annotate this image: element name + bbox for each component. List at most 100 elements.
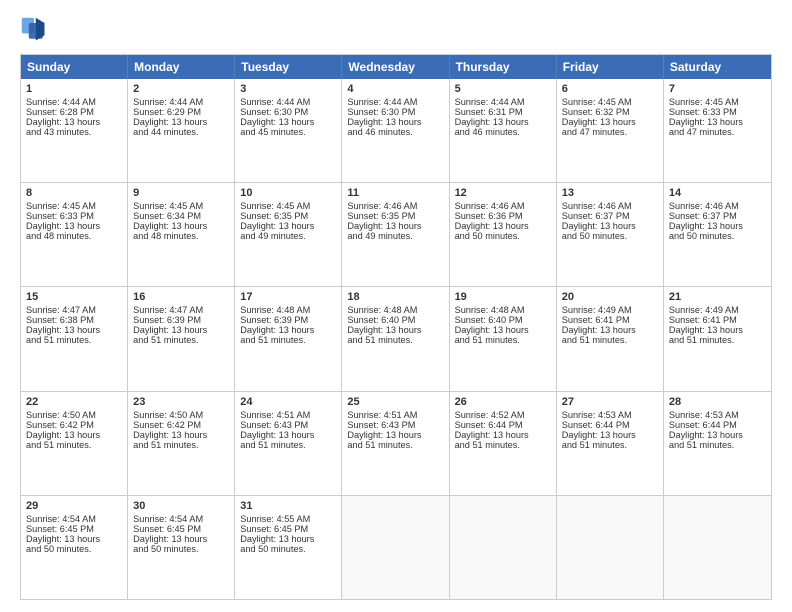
day-number: 26	[455, 396, 551, 408]
day-info-line: Sunrise: 4:50 AM	[26, 410, 122, 420]
calendar-cell: 23Sunrise: 4:50 AMSunset: 6:42 PMDayligh…	[128, 392, 235, 495]
day-info-line: and 50 minutes.	[240, 544, 336, 554]
day-info-line: Sunset: 6:41 PM	[562, 315, 658, 325]
day-info-line: Daylight: 13 hours	[133, 534, 229, 544]
day-number: 23	[133, 396, 229, 408]
day-info-line: Daylight: 13 hours	[347, 221, 443, 231]
day-info-line: and 51 minutes.	[455, 440, 551, 450]
calendar-body: 1Sunrise: 4:44 AMSunset: 6:28 PMDaylight…	[21, 79, 771, 599]
calendar-cell: 10Sunrise: 4:45 AMSunset: 6:35 PMDayligh…	[235, 183, 342, 286]
day-info-line: Sunset: 6:43 PM	[347, 420, 443, 430]
day-info-line: Daylight: 13 hours	[240, 325, 336, 335]
day-info-line: Sunset: 6:28 PM	[26, 107, 122, 117]
day-info-line: Sunset: 6:39 PM	[133, 315, 229, 325]
calendar-cell: 7Sunrise: 4:45 AMSunset: 6:33 PMDaylight…	[664, 79, 771, 182]
day-info-line: Daylight: 13 hours	[26, 534, 122, 544]
day-info-line: Sunset: 6:44 PM	[669, 420, 766, 430]
calendar-cell: 26Sunrise: 4:52 AMSunset: 6:44 PMDayligh…	[450, 392, 557, 495]
day-info-line: and 45 minutes.	[240, 127, 336, 137]
day-info-line: Sunrise: 4:46 AM	[347, 201, 443, 211]
calendar-cell: 28Sunrise: 4:53 AMSunset: 6:44 PMDayligh…	[664, 392, 771, 495]
day-info-line: and 43 minutes.	[26, 127, 122, 137]
day-info-line: and 51 minutes.	[26, 335, 122, 345]
day-info-line: Sunset: 6:33 PM	[26, 211, 122, 221]
day-info-line: Sunset: 6:33 PM	[669, 107, 766, 117]
calendar-week: 15Sunrise: 4:47 AMSunset: 6:38 PMDayligh…	[21, 286, 771, 390]
calendar-week: 22Sunrise: 4:50 AMSunset: 6:42 PMDayligh…	[21, 391, 771, 495]
calendar-cell: 11Sunrise: 4:46 AMSunset: 6:35 PMDayligh…	[342, 183, 449, 286]
day-info-line: Sunset: 6:37 PM	[562, 211, 658, 221]
calendar-cell	[664, 496, 771, 599]
calendar-cell: 14Sunrise: 4:46 AMSunset: 6:37 PMDayligh…	[664, 183, 771, 286]
logo	[20, 16, 52, 44]
day-info-line: and 50 minutes.	[26, 544, 122, 554]
day-number: 12	[455, 187, 551, 199]
day-info-line: Sunrise: 4:48 AM	[347, 305, 443, 315]
day-info-line: Sunrise: 4:47 AM	[133, 305, 229, 315]
day-number: 25	[347, 396, 443, 408]
day-info-line: Sunrise: 4:48 AM	[240, 305, 336, 315]
day-info-line: and 44 minutes.	[133, 127, 229, 137]
day-info-line: Sunset: 6:41 PM	[669, 315, 766, 325]
calendar-week: 1Sunrise: 4:44 AMSunset: 6:28 PMDaylight…	[21, 79, 771, 182]
day-info-line: Daylight: 13 hours	[240, 221, 336, 231]
day-number: 15	[26, 291, 122, 303]
day-info-line: Sunrise: 4:54 AM	[133, 514, 229, 524]
day-info-line: Sunrise: 4:44 AM	[133, 97, 229, 107]
day-info-line: Sunrise: 4:55 AM	[240, 514, 336, 524]
day-info-line: Sunset: 6:43 PM	[240, 420, 336, 430]
day-info-line: Sunset: 6:44 PM	[562, 420, 658, 430]
calendar-cell: 1Sunrise: 4:44 AMSunset: 6:28 PMDaylight…	[21, 79, 128, 182]
day-info-line: Sunrise: 4:51 AM	[240, 410, 336, 420]
calendar-cell: 17Sunrise: 4:48 AMSunset: 6:39 PMDayligh…	[235, 287, 342, 390]
calendar-cell: 30Sunrise: 4:54 AMSunset: 6:45 PMDayligh…	[128, 496, 235, 599]
day-info-line: Sunrise: 4:47 AM	[26, 305, 122, 315]
day-number: 6	[562, 83, 658, 95]
weekday-header: Thursday	[450, 55, 557, 79]
day-info-line: Sunset: 6:40 PM	[347, 315, 443, 325]
day-info-line: Sunrise: 4:53 AM	[562, 410, 658, 420]
day-info-line: Sunset: 6:32 PM	[562, 107, 658, 117]
day-info-line: Sunset: 6:44 PM	[455, 420, 551, 430]
day-info-line: Sunset: 6:40 PM	[455, 315, 551, 325]
calendar-week: 29Sunrise: 4:54 AMSunset: 6:45 PMDayligh…	[21, 495, 771, 599]
day-info-line: and 51 minutes.	[240, 440, 336, 450]
calendar-cell: 31Sunrise: 4:55 AMSunset: 6:45 PMDayligh…	[235, 496, 342, 599]
day-number: 9	[133, 187, 229, 199]
day-number: 5	[455, 83, 551, 95]
day-info-line: and 51 minutes.	[347, 335, 443, 345]
day-info-line: and 51 minutes.	[669, 335, 766, 345]
day-info-line: Sunset: 6:42 PM	[133, 420, 229, 430]
calendar-cell	[342, 496, 449, 599]
day-info-line: Sunrise: 4:46 AM	[455, 201, 551, 211]
calendar-cell	[557, 496, 664, 599]
day-info-line: and 46 minutes.	[347, 127, 443, 137]
day-info-line: Sunrise: 4:44 AM	[347, 97, 443, 107]
day-info-line: Sunset: 6:35 PM	[240, 211, 336, 221]
calendar-cell: 18Sunrise: 4:48 AMSunset: 6:40 PMDayligh…	[342, 287, 449, 390]
calendar-cell: 5Sunrise: 4:44 AMSunset: 6:31 PMDaylight…	[450, 79, 557, 182]
day-number: 11	[347, 187, 443, 199]
day-info-line: and 51 minutes.	[133, 440, 229, 450]
day-info-line: Sunset: 6:36 PM	[455, 211, 551, 221]
day-info-line: and 50 minutes.	[669, 231, 766, 241]
day-number: 14	[669, 187, 766, 199]
day-info-line: Sunrise: 4:45 AM	[133, 201, 229, 211]
calendar: SundayMondayTuesdayWednesdayThursdayFrid…	[20, 54, 772, 600]
day-info-line: Sunset: 6:30 PM	[240, 107, 336, 117]
day-info-line: Sunset: 6:45 PM	[133, 524, 229, 534]
day-info-line: Daylight: 13 hours	[240, 117, 336, 127]
day-info-line: Daylight: 13 hours	[133, 117, 229, 127]
calendar-cell: 15Sunrise: 4:47 AMSunset: 6:38 PMDayligh…	[21, 287, 128, 390]
day-info-line: Sunrise: 4:44 AM	[240, 97, 336, 107]
day-info-line: Sunset: 6:38 PM	[26, 315, 122, 325]
calendar-cell: 21Sunrise: 4:49 AMSunset: 6:41 PMDayligh…	[664, 287, 771, 390]
calendar-cell: 25Sunrise: 4:51 AMSunset: 6:43 PMDayligh…	[342, 392, 449, 495]
day-number: 7	[669, 83, 766, 95]
day-info-line: Daylight: 13 hours	[26, 117, 122, 127]
day-info-line: Sunrise: 4:52 AM	[455, 410, 551, 420]
calendar-cell: 13Sunrise: 4:46 AMSunset: 6:37 PMDayligh…	[557, 183, 664, 286]
day-info-line: Daylight: 13 hours	[455, 325, 551, 335]
calendar-cell: 27Sunrise: 4:53 AMSunset: 6:44 PMDayligh…	[557, 392, 664, 495]
day-info-line: Sunset: 6:42 PM	[26, 420, 122, 430]
